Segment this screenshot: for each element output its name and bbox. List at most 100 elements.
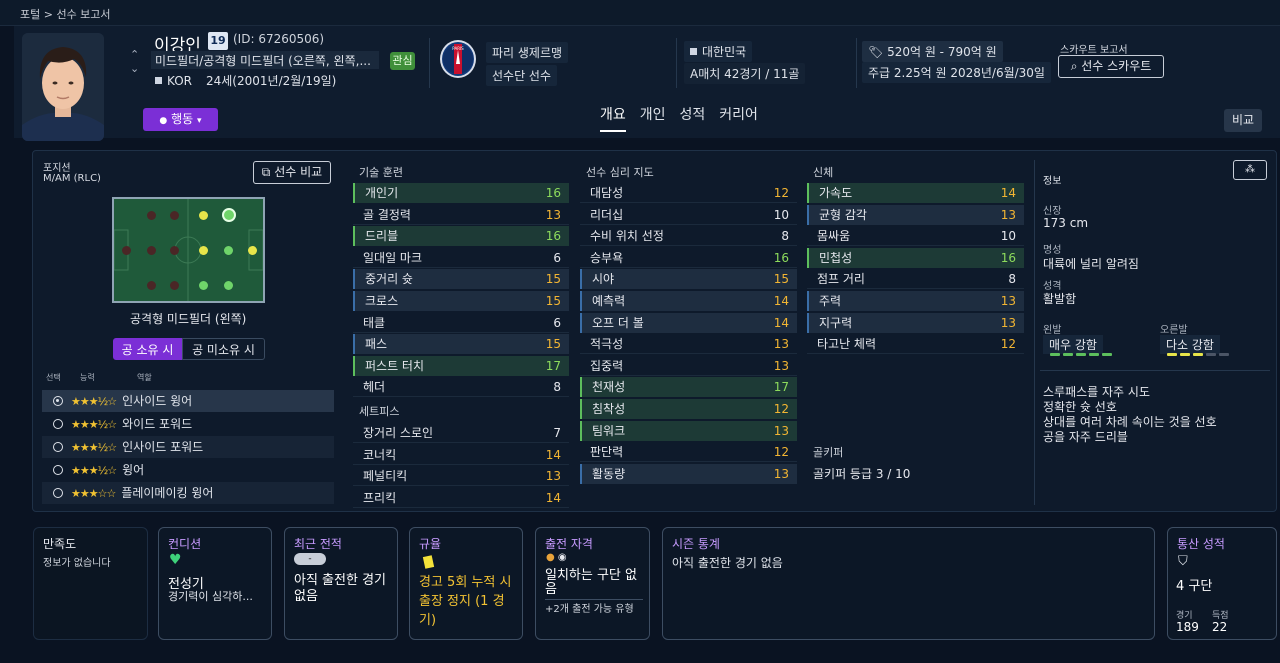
club-logo-icon[interactable]: PARIS (440, 40, 476, 78)
info-settings-icon[interactable]: ⁂ (1233, 160, 1267, 180)
attribute-row[interactable]: 천재성 17 (580, 377, 797, 398)
next-player-icon[interactable]: ⌄ (130, 62, 139, 75)
prev-player-icon[interactable]: ⌃ (130, 48, 139, 61)
radio-icon[interactable] (53, 488, 63, 498)
attribute-value: 8 (553, 380, 561, 395)
left-foot-bar (1102, 353, 1112, 356)
role-row[interactable]: ★★★☆☆ 플레이메이킹 윙어 (42, 482, 334, 504)
attribute-row[interactable]: 중거리 슛 15 (353, 269, 569, 290)
career-stats-card[interactable]: 통산 성적 ⛉ 4 구단 경기 189 득점 22 (1167, 527, 1277, 640)
attribute-row[interactable]: 코너킥 14 (353, 445, 569, 465)
attribute-name: 침착성 (592, 402, 626, 416)
satisfaction-card[interactable]: 만족도 정보가 없습니다 (33, 527, 148, 640)
attribute-row[interactable]: 적극성 13 (580, 334, 797, 355)
goalkeeper-rating: 골키퍼 등급 3 / 10 (813, 467, 911, 481)
attribute-value: 16 (545, 229, 561, 244)
attribute-row[interactable]: 프리킥 14 (353, 488, 569, 508)
radio-selected-icon[interactable] (53, 396, 63, 406)
role-row[interactable]: ★★★½☆ 인사이드 포워드 (42, 436, 334, 458)
tab-personal[interactable]: 개인 (640, 102, 666, 130)
attribute-row[interactable]: 지구력 13 (807, 312, 1024, 333)
attribute-value: 12 (773, 402, 789, 416)
attribute-value: 14 (1000, 186, 1016, 200)
attribute-row[interactable]: 대담성 12 (580, 183, 797, 203)
out-of-possession-toggle[interactable]: 공 미소유 시 (182, 338, 265, 360)
tab-stats[interactable]: 성적 (680, 102, 706, 130)
attribute-row[interactable]: 패스 15 (353, 334, 569, 355)
attribute-row[interactable]: 민첩성 16 (807, 247, 1024, 268)
scout-player-button[interactable]: ⌕ 선수 스카우트 (1058, 55, 1164, 78)
attribute-name: 태클 (363, 315, 386, 330)
right-foot-bar (1193, 353, 1203, 356)
squad-number-badge: 19 (208, 32, 228, 50)
compare-button[interactable]: 비교 (1224, 109, 1262, 132)
eligibility-card[interactable]: 출전 자격 ● ◉ 일치하는 구단 없음 +2개 출전 가능 유형 (535, 527, 650, 640)
attribute-row[interactable]: 드리블 16 (353, 226, 569, 247)
attribute-row[interactable]: 개인기 16 (353, 183, 569, 203)
attribute-name: 리더십 (590, 207, 624, 222)
tag-icon: 🏷 (868, 45, 884, 59)
attribute-row[interactable]: 팀워크 13 (580, 420, 797, 441)
attribute-row[interactable]: 가속도 14 (807, 183, 1024, 203)
attribute-row[interactable]: 헤더 8 (353, 377, 569, 398)
tab-overview[interactable]: 개요 (600, 102, 626, 132)
eligibility-title: 출전 자격 (545, 537, 593, 551)
attribute-row[interactable]: 장거리 스로인 7 (353, 423, 569, 443)
breadcrumb[interactable]: 포털 > 선수 보고서 (20, 6, 111, 22)
tab-career[interactable]: 커리어 (719, 102, 758, 130)
attribute-row[interactable]: 크로스 15 (353, 291, 569, 311)
attribute-row[interactable]: 일대일 마크 6 (353, 248, 569, 268)
mood-button[interactable]: ● 행동 ▾ (143, 108, 218, 131)
attribute-value: 16 (1000, 250, 1016, 265)
form-badge: - (294, 553, 326, 565)
right-foot-label: 오른발 (1160, 325, 1188, 336)
favorite-badge[interactable]: 관심 (390, 52, 415, 70)
club-name[interactable]: 파리 생제르맹 (486, 42, 569, 63)
scout-report-label: 스카우트 보고서 (1060, 45, 1128, 56)
role-row[interactable]: ★★★½☆ 인사이드 윙어 (42, 390, 334, 412)
badge-icon: ◉ (557, 552, 567, 563)
club-role: 선수단 선수 (486, 65, 558, 86)
radio-icon[interactable] (53, 442, 63, 452)
attribute-row[interactable]: 시야 15 (580, 269, 797, 290)
attribute-value: 10 (773, 207, 789, 222)
attribute-row[interactable]: 침착성 12 (580, 399, 797, 419)
nation-name[interactable]: 대한민국 (684, 41, 753, 62)
nationality-age: KOR 24세(2001년/2월/19일) (151, 72, 336, 90)
player-compare-button[interactable]: ⧉ 선수 비교 (253, 161, 331, 184)
attribute-name: 지구력 (819, 315, 853, 330)
attribute-row[interactable]: 오프 더 볼 14 (580, 312, 797, 333)
attribute-name: 크로스 (365, 294, 399, 308)
attribute-row[interactable]: 리더십 10 (580, 205, 797, 225)
attribute-row[interactable]: 수비 위치 선정 8 (580, 226, 797, 247)
attribute-row[interactable]: 판단력 12 (580, 442, 797, 463)
attribute-row[interactable]: 점프 거리 8 (807, 269, 1024, 290)
attribute-row[interactable]: 몸싸움 10 (807, 226, 1024, 247)
role-row[interactable]: ★★★½☆ 윙어 (42, 459, 334, 481)
radio-icon[interactable] (53, 465, 63, 475)
attribute-name: 천재성 (592, 380, 626, 395)
role-name: 플레이메이킹 윙어 (121, 486, 214, 500)
attribute-row[interactable]: 집중력 13 (580, 356, 797, 376)
role-row[interactable]: ★★★½☆ 와이드 포워드 (42, 413, 334, 435)
in-possession-toggle[interactable]: 공 소유 시 (113, 338, 182, 360)
attribute-row[interactable]: 태클 6 (353, 313, 569, 333)
attribute-row[interactable]: 퍼스트 터치 17 (353, 355, 569, 376)
radio-icon[interactable] (53, 419, 63, 429)
attribute-name: 패스 (365, 337, 388, 352)
season-stats-card[interactable]: 시즌 통계 아직 출전한 경기 없음 (662, 527, 1155, 640)
condition-card[interactable]: 컨디션 ♥ 전성기 경기력이 심각하... (158, 527, 272, 640)
attribute-row[interactable]: 예측력 14 (580, 291, 797, 311)
attribute-row[interactable]: 타고난 체력 12 (807, 334, 1024, 355)
attribute-row[interactable]: 활동량 13 (580, 463, 797, 484)
attribute-value: 13 (773, 358, 789, 373)
discipline-card[interactable]: 규율 경고 5회 누적 시 출장 정지 (1 경기) (409, 527, 523, 640)
recent-form-card[interactable]: 최근 전적 - 아직 출전한 경기 없음 (284, 527, 398, 640)
right-foot-value: 다소 강함 (1160, 335, 1220, 354)
attribute-row[interactable]: 승부욕 16 (580, 248, 797, 268)
attribute-row[interactable]: 주력 13 (807, 291, 1024, 311)
attribute-row[interactable]: 페널티킥 13 (353, 466, 569, 487)
attribute-row[interactable]: 균형 감각 13 (807, 204, 1024, 225)
attribute-row[interactable]: 골 결정력 13 (353, 205, 569, 225)
condition-title: 컨디션 (168, 537, 202, 551)
